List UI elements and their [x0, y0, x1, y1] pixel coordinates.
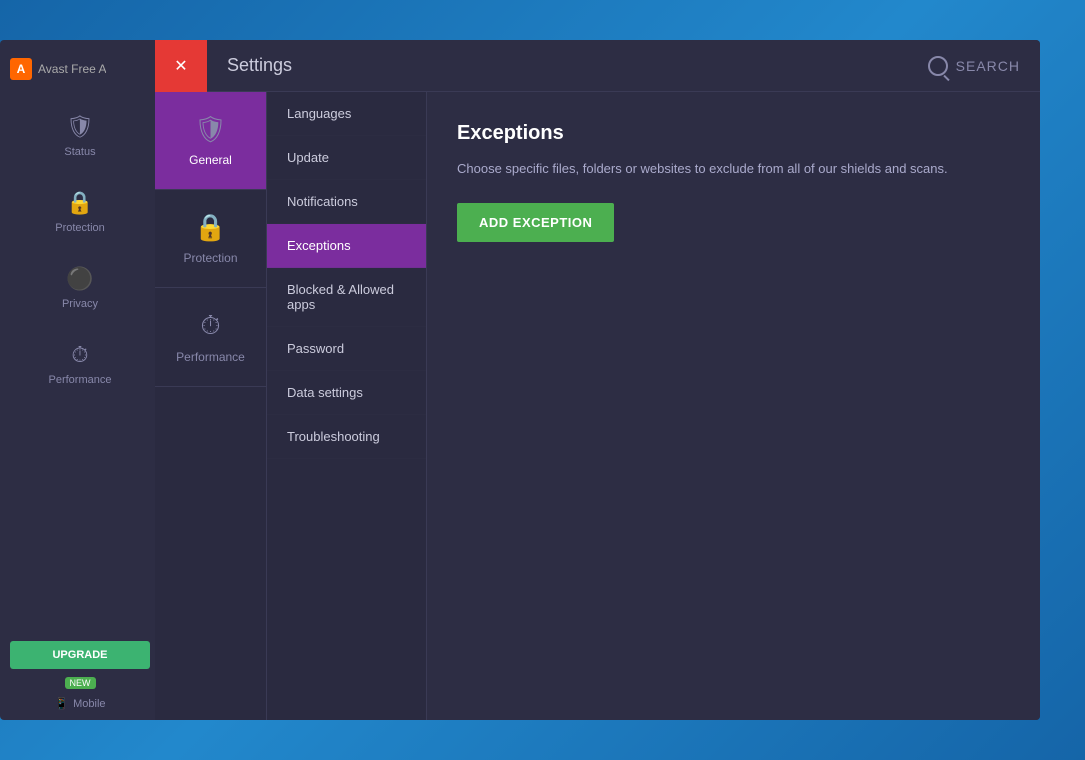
performance-gauge-icon: ⏱ — [200, 310, 220, 342]
settings-window: ✕ Settings SEARCH 🛡 General 🔒 Protection… — [155, 40, 1040, 720]
add-exception-button[interactable]: ADD EXCEPTION — [457, 203, 614, 242]
mobile-item[interactable]: 📱 Mobile — [54, 697, 105, 710]
menu-label-troubleshooting: Troubleshooting — [287, 429, 380, 444]
content-panel: Exceptions Choose specific files, folder… — [427, 92, 1040, 720]
menu-label-data-settings: Data settings — [287, 385, 363, 400]
settings-header: ✕ Settings SEARCH — [155, 40, 1040, 92]
sidebar-label-performance: Performance — [49, 374, 112, 386]
mobile-label: Mobile — [73, 698, 105, 710]
mobile-icon: 📱 — [54, 697, 68, 710]
performance-icon: ⏱ — [71, 342, 88, 368]
protection-lock-icon: 🔒 — [194, 212, 226, 243]
category-general-label: General — [189, 153, 232, 167]
categories-panel: 🛡 General 🔒 Protection ⏱ Performance — [155, 92, 267, 720]
sidebar-label-status: Status — [64, 146, 95, 158]
general-shield-icon: 🛡 — [194, 114, 227, 145]
sidebar-label-protection: Protection — [55, 222, 105, 234]
search-label: SEARCH — [956, 58, 1020, 74]
sidebar-item-protection[interactable]: 🔒 Protection — [0, 174, 160, 250]
settings-body: 🛡 General 🔒 Protection ⏱ Performance Lan… — [155, 92, 1040, 720]
menu-item-notifications[interactable]: Notifications — [267, 180, 426, 224]
content-title: Exceptions — [457, 122, 1010, 145]
lock-icon: 🔒 — [66, 190, 93, 216]
close-button[interactable]: ✕ — [155, 40, 207, 92]
search-area[interactable]: SEARCH — [928, 56, 1040, 76]
sidebar-nav: 🛡 Status 🔒 Protection ⚫ Privacy ⏱ Perfor… — [0, 98, 160, 631]
category-protection[interactable]: 🔒 Protection — [155, 190, 266, 288]
menu-item-data-settings[interactable]: Data settings — [267, 371, 426, 415]
sidebar-item-privacy[interactable]: ⚫ Privacy — [0, 250, 160, 326]
sidebar-label-privacy: Privacy — [62, 298, 98, 310]
new-badge: NEW — [65, 677, 96, 689]
menu-label-update: Update — [287, 150, 329, 165]
menu-label-languages: Languages — [287, 106, 351, 121]
menu-label-notifications: Notifications — [287, 194, 358, 209]
shield-icon: 🛡 — [66, 114, 94, 140]
sidebar-item-status[interactable]: 🛡 Status — [0, 98, 160, 174]
menu-label-blocked-allowed: Blocked & Allowed apps — [287, 282, 394, 312]
upgrade-button[interactable]: UPGRADE — [10, 641, 150, 669]
menu-label-exceptions: Exceptions — [287, 238, 351, 253]
avast-logo-text: Avast Free A — [38, 62, 106, 76]
menu-item-exceptions[interactable]: Exceptions — [267, 224, 426, 268]
menu-label-password: Password — [287, 341, 344, 356]
category-general[interactable]: 🛡 General — [155, 92, 266, 190]
category-protection-label: Protection — [183, 251, 237, 265]
menu-item-update[interactable]: Update — [267, 136, 426, 180]
menu-panel: Languages Update Notifications Exception… — [267, 92, 427, 720]
content-description: Choose specific files, folders or websit… — [457, 159, 1010, 179]
settings-title: Settings — [207, 55, 928, 76]
category-performance-label: Performance — [176, 350, 245, 364]
avast-logo-icon: A — [10, 58, 32, 80]
menu-item-troubleshooting[interactable]: Troubleshooting — [267, 415, 426, 459]
menu-item-languages[interactable]: Languages — [267, 92, 426, 136]
menu-item-blocked-allowed[interactable]: Blocked & Allowed apps — [267, 268, 426, 327]
search-icon — [928, 56, 948, 76]
avast-sidebar: A Avast Free A 🛡 Status 🔒 Protection ⚫ P… — [0, 40, 160, 720]
privacy-icon: ⚫ — [66, 266, 93, 292]
sidebar-item-performance[interactable]: ⏱ Performance — [0, 326, 160, 402]
menu-item-password[interactable]: Password — [267, 327, 426, 371]
category-performance[interactable]: ⏱ Performance — [155, 288, 266, 387]
avast-logo-bar: A Avast Free A — [0, 50, 160, 88]
sidebar-bottom: UPGRADE NEW 📱 Mobile — [0, 631, 160, 720]
